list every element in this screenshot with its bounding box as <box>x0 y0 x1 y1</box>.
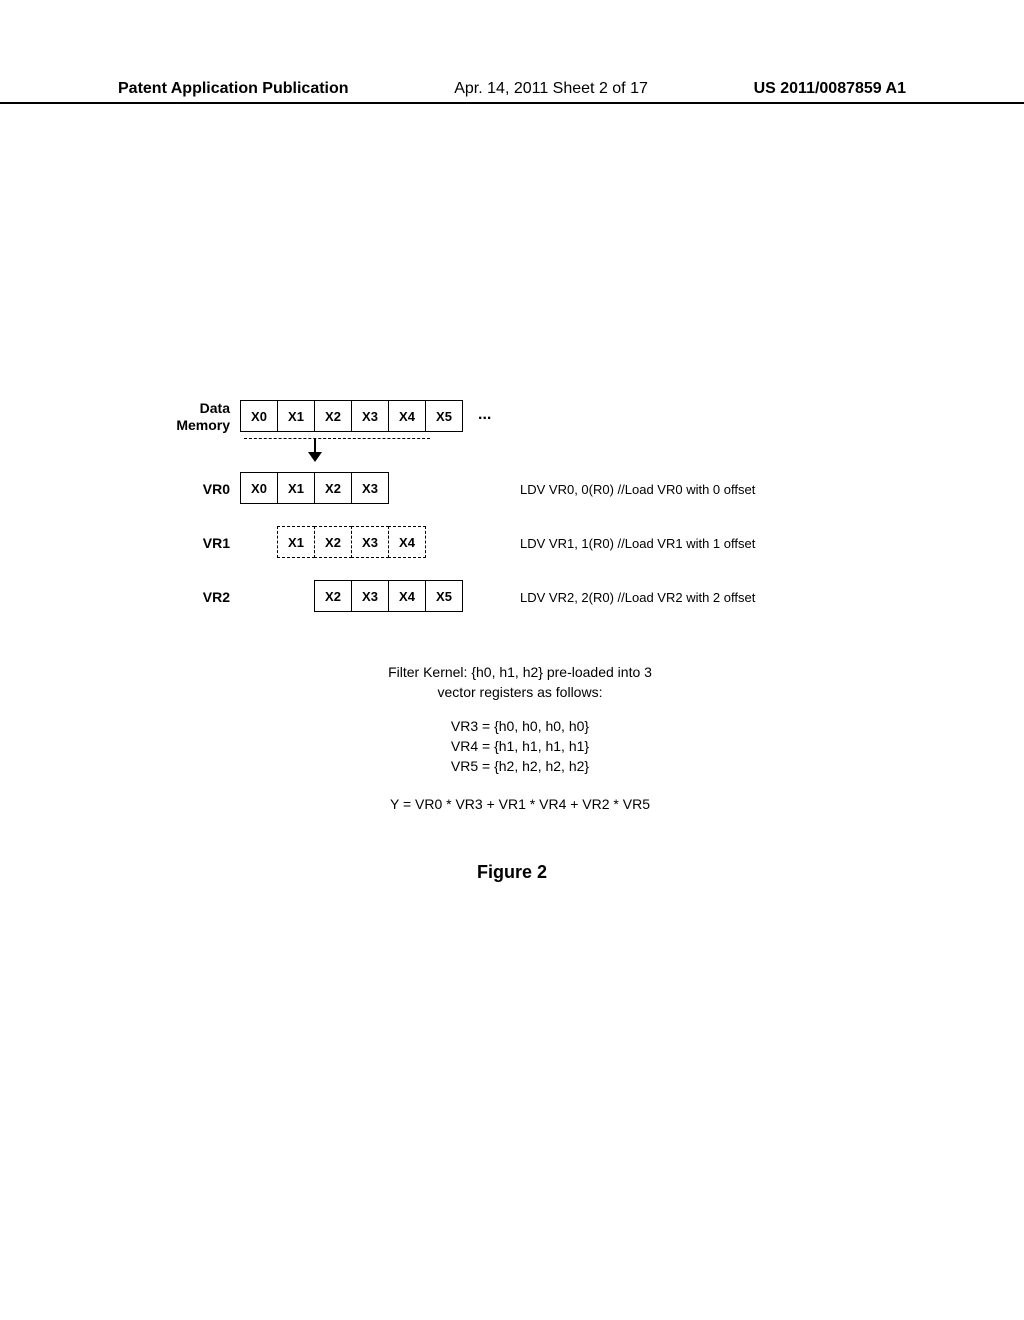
explain-equation: Y = VR0 * VR3 + VR1 * VR4 + VR2 * VR5 <box>210 796 830 812</box>
vr1-label: VR1 <box>0 535 240 552</box>
data-memory-row: Data Memory X0 X1 X2 X3 X4 X5 ... <box>0 400 1024 434</box>
vr2-row: VR2 X2 X3 X4 X5 LDV VR2, 2(R0) //Load VR… <box>0 580 1024 614</box>
load-arrow <box>240 434 500 468</box>
arrow-down-icon <box>308 452 322 462</box>
vr0-c0: X0 <box>240 472 278 504</box>
vr2-c3: X5 <box>425 580 463 612</box>
explain-line2: vector registers as follows: <box>210 684 830 700</box>
header-right: US 2011/0087859 A1 <box>754 80 906 98</box>
cell-x5: X5 <box>425 400 463 432</box>
vr2-c0: X2 <box>314 580 352 612</box>
cell-x1: X1 <box>277 400 315 432</box>
explain-vr5: VR5 = {h2, h2, h2, h2} <box>210 758 830 774</box>
vr0-row: VR0 X0 X1 X2 X3 LDV VR0, 0(R0) //Load VR… <box>0 472 1024 506</box>
vr0-label: VR0 <box>0 481 240 498</box>
page-header: Patent Application Publication Apr. 14, … <box>0 80 1024 104</box>
vr2-c1: X3 <box>351 580 389 612</box>
data-memory-cells: X0 X1 X2 X3 X4 X5 ... <box>240 400 500 434</box>
vr2-comment: LDV VR2, 2(R0) //Load VR2 with 2 offset <box>500 590 1024 605</box>
vr1-c1: X2 <box>314 526 352 558</box>
header-mid: Apr. 14, 2011 Sheet 2 of 17 <box>454 80 648 98</box>
vr1-c3: X4 <box>388 526 426 558</box>
vr1-row: VR1 X1 X2 X3 X4 LDV VR1, 1(R0) //Load VR… <box>0 526 1024 560</box>
vr0-comment: LDV VR0, 0(R0) //Load VR0 with 0 offset <box>500 482 1024 497</box>
data-memory-label: Data Memory <box>0 400 240 434</box>
explain-block: Filter Kernel: {h0, h1, h2} pre-loaded i… <box>210 664 830 812</box>
explain-line1: Filter Kernel: {h0, h1, h2} pre-loaded i… <box>210 664 830 680</box>
vr0-cells: X0 X1 X2 X3 <box>240 472 500 506</box>
vr0-c2: X2 <box>314 472 352 504</box>
explain-vr3: VR3 = {h0, h0, h0, h0} <box>210 718 830 734</box>
vr2-c2: X4 <box>388 580 426 612</box>
figure-label: Figure 2 <box>0 862 1024 883</box>
vr1-comment: LDV VR1, 1(R0) //Load VR1 with 1 offset <box>500 536 1024 551</box>
vr1-cells: X1 X2 X3 X4 <box>240 526 500 560</box>
vr1-c2: X3 <box>351 526 389 558</box>
cell-x0: X0 <box>240 400 278 432</box>
cell-x3: X3 <box>351 400 389 432</box>
vr2-cells: X2 X3 X4 X5 <box>240 580 500 614</box>
diagram-content: Data Memory X0 X1 X2 X3 X4 X5 ... VR0 X0… <box>0 400 1024 883</box>
vr1-c0: X1 <box>277 526 315 558</box>
cell-x4: X4 <box>388 400 426 432</box>
vr0-c3: X3 <box>351 472 389 504</box>
explain-vr4: VR4 = {h1, h1, h1, h1} <box>210 738 830 754</box>
vr2-label: VR2 <box>0 589 240 606</box>
header-left: Patent Application Publication <box>118 80 349 98</box>
arrow-hline <box>244 438 430 439</box>
cell-x2: X2 <box>314 400 352 432</box>
ellipsis-icon: ... <box>478 406 491 424</box>
vr0-c1: X1 <box>277 472 315 504</box>
